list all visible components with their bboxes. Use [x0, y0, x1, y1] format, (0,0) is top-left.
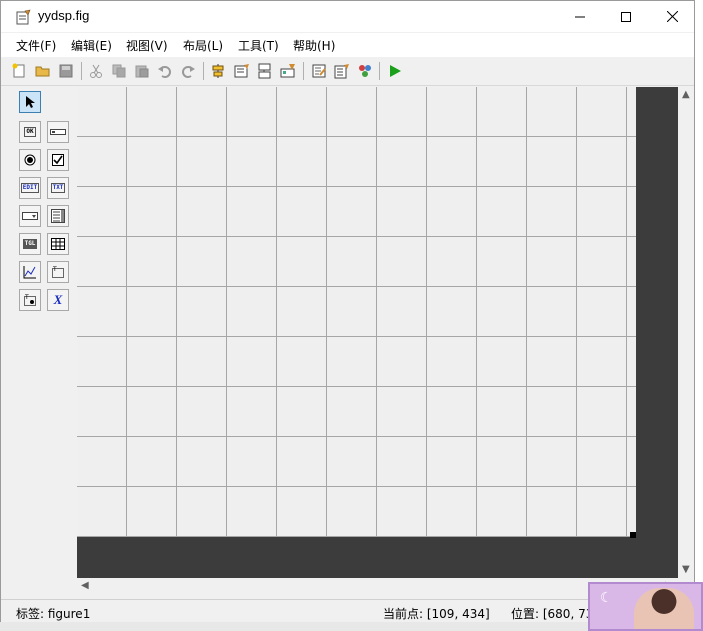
- popup-menu-tool[interactable]: [19, 205, 41, 227]
- ok-icon: OK: [24, 127, 36, 137]
- save-icon[interactable]: [56, 61, 76, 81]
- new-file-icon[interactable]: [9, 61, 29, 81]
- listbox-tool[interactable]: [47, 205, 69, 227]
- button-group-tool[interactable]: T: [19, 289, 41, 311]
- activex-tool[interactable]: X: [47, 289, 69, 311]
- vertical-scrollbar[interactable]: ▲ ▼: [678, 87, 694, 578]
- checkbox-tool[interactable]: [47, 149, 69, 171]
- run-icon[interactable]: [385, 61, 405, 81]
- scroll-left-arrow-icon[interactable]: ◀: [81, 580, 89, 591]
- redo-icon[interactable]: [178, 61, 198, 81]
- push-button-tool[interactable]: OK: [19, 121, 41, 143]
- slider-tool[interactable]: [47, 121, 69, 143]
- svg-text:T: T: [24, 294, 29, 301]
- moon-icon: ☾: [600, 590, 613, 606]
- toolbar-separator: [203, 62, 204, 80]
- radio-button-tool[interactable]: [19, 149, 41, 171]
- axes-tool[interactable]: [19, 261, 41, 283]
- menu-editor-icon[interactable]: [232, 61, 252, 81]
- window-title: yydsp.fig: [38, 8, 90, 23]
- toolbar-separator: [303, 62, 304, 80]
- menu-layout[interactable]: 布局(L): [183, 37, 223, 54]
- paste-icon[interactable]: [132, 61, 152, 81]
- activex-icon: X: [53, 292, 63, 307]
- menu-edit[interactable]: 编辑(E): [71, 37, 112, 54]
- menu-tools[interactable]: 工具(T): [238, 37, 279, 54]
- object-browser-icon[interactable]: [355, 61, 375, 81]
- txt-icon: TXT: [50, 183, 66, 193]
- layout-grid-canvas[interactable]: [77, 87, 636, 537]
- title-bar: yydsp.fig: [1, 1, 694, 32]
- minimize-button[interactable]: [557, 1, 603, 32]
- open-folder-icon[interactable]: [33, 61, 53, 81]
- avatar: [634, 588, 694, 629]
- toolbar-editor-icon[interactable]: [278, 61, 298, 81]
- copy-icon[interactable]: [109, 61, 129, 81]
- toggle-button-tool[interactable]: TGL: [19, 233, 41, 255]
- toolbar-separator: [379, 62, 380, 80]
- cut-icon[interactable]: [86, 61, 106, 81]
- status-position: 位置: [680, 73: [511, 607, 594, 621]
- figure-area: [77, 87, 678, 578]
- select-tool[interactable]: [19, 91, 41, 113]
- svg-text:T: T: [52, 266, 57, 273]
- undo-icon[interactable]: [155, 61, 175, 81]
- edit-icon: EDIT: [20, 183, 40, 193]
- status-current-point: 当前点: [109, 434]: [383, 607, 490, 621]
- menu-help[interactable]: 帮助(H): [293, 37, 335, 54]
- menu-file[interactable]: 文件(F): [16, 37, 56, 54]
- status-tag: 标签: figure1: [16, 607, 91, 621]
- align-icon[interactable]: [208, 61, 228, 81]
- scroll-up-arrow-icon[interactable]: ▲: [682, 89, 690, 100]
- tab-order-icon[interactable]: [255, 61, 275, 81]
- static-text-tool[interactable]: TXT: [47, 177, 69, 199]
- edit-text-tool[interactable]: EDIT: [19, 177, 41, 199]
- toolbar-separator: [81, 62, 82, 80]
- close-button[interactable]: [649, 1, 695, 32]
- background-window-edge: [695, 0, 703, 631]
- property-inspector-icon[interactable]: [332, 61, 352, 81]
- toolbar: [1, 58, 694, 86]
- maximize-button[interactable]: [603, 1, 649, 32]
- figure-resize-handle[interactable]: [630, 532, 636, 538]
- scroll-down-arrow-icon[interactable]: ▼: [682, 564, 690, 575]
- editor-icon[interactable]: [309, 61, 329, 81]
- menu-view[interactable]: 视图(V): [126, 37, 168, 54]
- panel-tool[interactable]: T: [47, 261, 69, 283]
- tgl-icon: TGL: [22, 239, 38, 249]
- component-palette: OK EDIT TXT TGL T T X: [11, 87, 75, 599]
- table-tool[interactable]: [47, 233, 69, 255]
- avatar-overlay: ☾: [588, 582, 703, 631]
- menu-bar: 文件(F) 编辑(E) 视图(V) 布局(L) 工具(T) 帮助(H): [1, 33, 694, 57]
- guide-window: yydsp.fig 文件(F) 编辑(E) 视图(V) 布局(L) 工具(T) …: [0, 0, 695, 622]
- fig-file-icon: [16, 9, 32, 25]
